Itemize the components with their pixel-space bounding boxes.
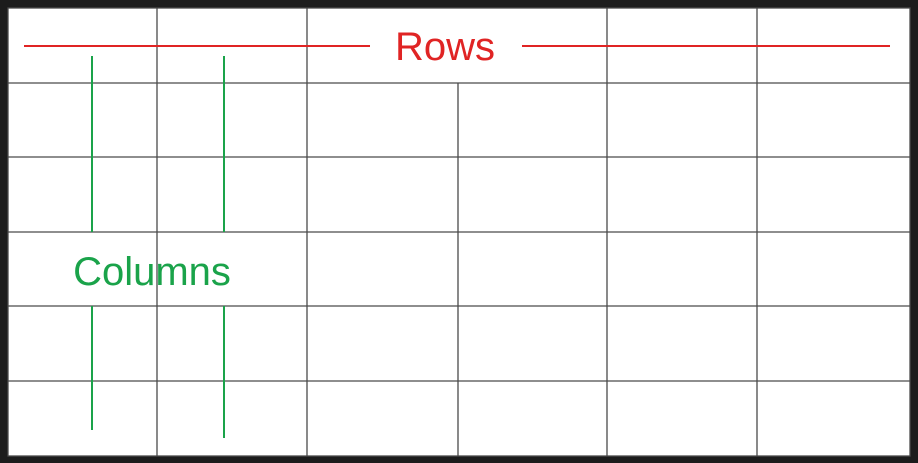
columns-label: Columns <box>73 250 231 294</box>
rows-columns-diagram: Rows Columns <box>7 7 911 457</box>
rows-label: Rows <box>395 25 495 69</box>
